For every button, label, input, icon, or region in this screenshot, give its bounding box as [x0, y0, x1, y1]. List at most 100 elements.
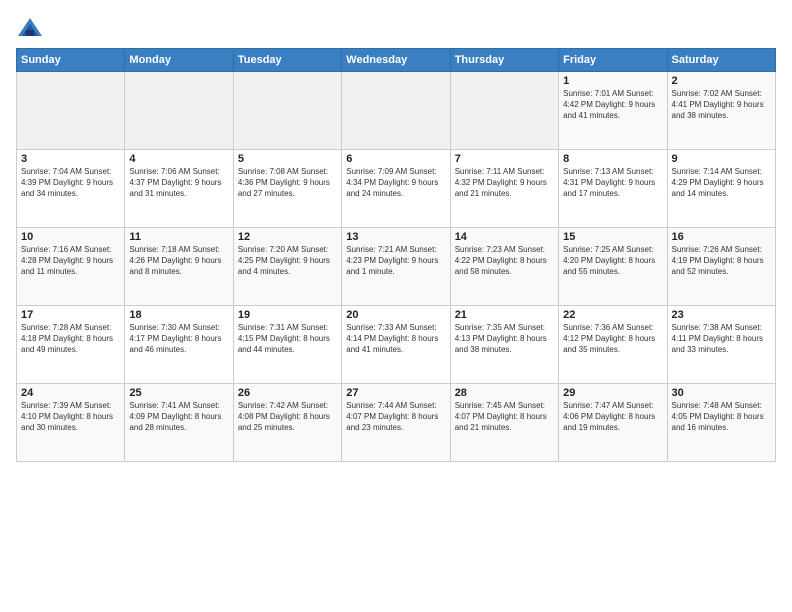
day-cell [233, 72, 341, 150]
day-cell: 23 Sunrise: 7:38 AM Sunset: 4:11 PM Dayli… [667, 306, 775, 384]
day-cell: 16 Sunrise: 7:26 AM Sunset: 4:19 PM Dayli… [667, 228, 775, 306]
day-cell: 20 Sunrise: 7:33 AM Sunset: 4:14 PM Dayli… [342, 306, 450, 384]
day-cell [125, 72, 233, 150]
day-number: 2 [672, 75, 771, 87]
day-cell: 19Sunrise: 7:31 AM Sunset: 4:15 PM Dayli… [233, 306, 341, 384]
day-number: 14 [455, 231, 554, 243]
day-number: 24 [21, 387, 120, 399]
day-cell: 24 Sunrise: 7:39 AM Sunset: 4:10 PM Dayli… [17, 384, 125, 462]
day-number: 12 [238, 231, 337, 243]
day-cell: 29Sunrise: 7:47 AM Sunset: 4:06 PM Dayli… [559, 384, 667, 462]
calendar-header: Sunday Monday Tuesday Wednesday Thursday… [17, 49, 776, 72]
col-saturday: Saturday [667, 49, 775, 72]
day-number: 25 [129, 387, 228, 399]
day-info: Sunrise: 7:45 AM Sunset: 4:07 PM Dayligh… [455, 401, 554, 433]
day-cell [450, 72, 558, 150]
week-row-1: 1 Sunrise: 7:01 AM Sunset: 4:42 PM Daylig… [17, 72, 776, 150]
day-info: Sunrise: 7:13 AM Sunset: 4:31 PM Dayligh… [563, 167, 662, 199]
day-info: Sunrise: 7:25 AM Sunset: 4:20 PM Dayligh… [563, 245, 662, 277]
day-info: Sunrise: 7:35 AM Sunset: 4:13 PM Dayligh… [455, 323, 554, 355]
day-number: 3 [21, 153, 120, 165]
calendar-table: Sunday Monday Tuesday Wednesday Thursday… [16, 48, 776, 462]
day-cell: 25 Sunrise: 7:41 AM Sunset: 4:09 PM Dayli… [125, 384, 233, 462]
day-cell: 30 Sunrise: 7:48 AM Sunset: 4:05 PM Dayli… [667, 384, 775, 462]
day-number: 16 [672, 231, 771, 243]
day-info: Sunrise: 7:28 AM Sunset: 4:18 PM Dayligh… [21, 323, 120, 355]
day-info: Sunrise: 7:23 AM Sunset: 4:22 PM Dayligh… [455, 245, 554, 277]
day-cell: 4 Sunrise: 7:06 AM Sunset: 4:37 PM Daylig… [125, 150, 233, 228]
day-cell: 3 Sunrise: 7:04 AM Sunset: 4:39 PM Daylig… [17, 150, 125, 228]
col-wednesday: Wednesday [342, 49, 450, 72]
day-number: 9 [672, 153, 771, 165]
day-info: Sunrise: 7:04 AM Sunset: 4:39 PM Dayligh… [21, 167, 120, 199]
day-info: Sunrise: 7:42 AM Sunset: 4:08 PM Dayligh… [238, 401, 337, 433]
day-info: Sunrise: 7:09 AM Sunset: 4:34 PM Dayligh… [346, 167, 445, 199]
col-monday: Monday [125, 49, 233, 72]
day-number: 26 [238, 387, 337, 399]
day-cell: 15 Sunrise: 7:25 AM Sunset: 4:20 PM Dayli… [559, 228, 667, 306]
day-number: 8 [563, 153, 662, 165]
col-tuesday: Tuesday [233, 49, 341, 72]
day-number: 6 [346, 153, 445, 165]
day-cell: 9 Sunrise: 7:14 AM Sunset: 4:29 PM Daylig… [667, 150, 775, 228]
day-number: 10 [21, 231, 120, 243]
day-number: 21 [455, 309, 554, 321]
day-info: Sunrise: 7:31 AM Sunset: 4:15 PM Dayligh… [238, 323, 337, 355]
day-cell: 26 Sunrise: 7:42 AM Sunset: 4:08 PM Dayli… [233, 384, 341, 462]
day-number: 11 [129, 231, 228, 243]
day-number: 22 [563, 309, 662, 321]
calendar-body: 1 Sunrise: 7:01 AM Sunset: 4:42 PM Daylig… [17, 72, 776, 462]
day-number: 20 [346, 309, 445, 321]
logo-icon [16, 16, 44, 44]
day-info: Sunrise: 7:08 AM Sunset: 4:36 PM Dayligh… [238, 167, 337, 199]
day-info: Sunrise: 7:20 AM Sunset: 4:25 PM Dayligh… [238, 245, 337, 277]
day-info: Sunrise: 7:18 AM Sunset: 4:26 PM Dayligh… [129, 245, 228, 277]
day-cell: 1 Sunrise: 7:01 AM Sunset: 4:42 PM Daylig… [559, 72, 667, 150]
day-info: Sunrise: 7:16 AM Sunset: 4:28 PM Dayligh… [21, 245, 120, 277]
day-cell: 6 Sunrise: 7:09 AM Sunset: 4:34 PM Daylig… [342, 150, 450, 228]
day-info: Sunrise: 7:30 AM Sunset: 4:17 PM Dayligh… [129, 323, 228, 355]
day-cell: 18 Sunrise: 7:30 AM Sunset: 4:17 PM Dayli… [125, 306, 233, 384]
day-info: Sunrise: 7:38 AM Sunset: 4:11 PM Dayligh… [672, 323, 771, 355]
day-info: Sunrise: 7:01 AM Sunset: 4:42 PM Dayligh… [563, 89, 662, 121]
day-number: 4 [129, 153, 228, 165]
logo [16, 16, 48, 44]
col-sunday: Sunday [17, 49, 125, 72]
day-info: Sunrise: 7:26 AM Sunset: 4:19 PM Dayligh… [672, 245, 771, 277]
day-number: 18 [129, 309, 228, 321]
day-info: Sunrise: 7:02 AM Sunset: 4:41 PM Dayligh… [672, 89, 771, 121]
day-info: Sunrise: 7:14 AM Sunset: 4:29 PM Dayligh… [672, 167, 771, 199]
day-cell: 13Sunrise: 7:21 AM Sunset: 4:23 PM Dayli… [342, 228, 450, 306]
day-number: 30 [672, 387, 771, 399]
week-row-3: 10 Sunrise: 7:16 AM Sunset: 4:28 PM Dayli… [17, 228, 776, 306]
day-cell: 21 Sunrise: 7:35 AM Sunset: 4:13 PM Dayli… [450, 306, 558, 384]
day-info: Sunrise: 7:21 AM Sunset: 4:23 PM Dayligh… [346, 245, 445, 277]
week-row-5: 24 Sunrise: 7:39 AM Sunset: 4:10 PM Dayli… [17, 384, 776, 462]
day-cell: 10 Sunrise: 7:16 AM Sunset: 4:28 PM Dayli… [17, 228, 125, 306]
day-cell: 8 Sunrise: 7:13 AM Sunset: 4:31 PM Daylig… [559, 150, 667, 228]
day-number: 5 [238, 153, 337, 165]
day-number: 23 [672, 309, 771, 321]
day-number: 7 [455, 153, 554, 165]
col-friday: Friday [559, 49, 667, 72]
day-info: Sunrise: 7:36 AM Sunset: 4:12 PM Dayligh… [563, 323, 662, 355]
day-info: Sunrise: 7:41 AM Sunset: 4:09 PM Dayligh… [129, 401, 228, 433]
day-number: 29 [563, 387, 662, 399]
page: Sunday Monday Tuesday Wednesday Thursday… [0, 0, 792, 612]
day-info: Sunrise: 7:44 AM Sunset: 4:07 PM Dayligh… [346, 401, 445, 433]
day-info: Sunrise: 7:11 AM Sunset: 4:32 PM Dayligh… [455, 167, 554, 199]
header [16, 12, 776, 44]
day-number: 27 [346, 387, 445, 399]
day-cell: 28 Sunrise: 7:45 AM Sunset: 4:07 PM Dayli… [450, 384, 558, 462]
day-cell: 11 Sunrise: 7:18 AM Sunset: 4:26 PM Dayli… [125, 228, 233, 306]
week-row-4: 17Sunrise: 7:28 AM Sunset: 4:18 PM Dayli… [17, 306, 776, 384]
day-cell: 22 Sunrise: 7:36 AM Sunset: 4:12 PM Dayli… [559, 306, 667, 384]
day-info: Sunrise: 7:48 AM Sunset: 4:05 PM Dayligh… [672, 401, 771, 433]
day-info: Sunrise: 7:33 AM Sunset: 4:14 PM Dayligh… [346, 323, 445, 355]
day-number: 1 [563, 75, 662, 87]
day-number: 28 [455, 387, 554, 399]
day-info: Sunrise: 7:39 AM Sunset: 4:10 PM Dayligh… [21, 401, 120, 433]
day-cell: 7 Sunrise: 7:11 AM Sunset: 4:32 PM Daylig… [450, 150, 558, 228]
day-info: Sunrise: 7:06 AM Sunset: 4:37 PM Dayligh… [129, 167, 228, 199]
day-number: 15 [563, 231, 662, 243]
